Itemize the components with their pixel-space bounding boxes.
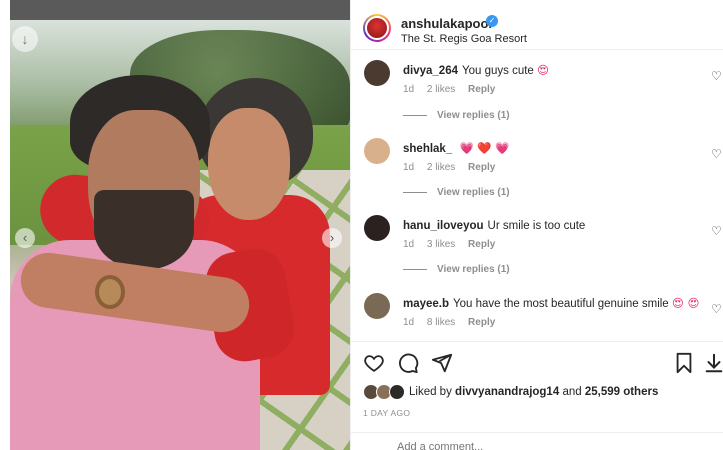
photo-watch — [95, 275, 125, 309]
comment-emoji: 😍 😍 — [671, 296, 700, 310]
comment-body: hanu_iloveyou Ur smile is too cute — [403, 218, 585, 232]
photo-man-beard — [94, 190, 194, 270]
heart-icon[interactable]: ♡ — [711, 148, 723, 160]
comment-age: 1d — [403, 84, 415, 95]
comment-age: 1d — [403, 162, 415, 173]
likes-summary: Liked by divvyanandrajog14 and 25,599 ot… — [409, 386, 658, 398]
post-location[interactable]: The St. Regis Goa Resort — [401, 33, 527, 45]
heart-icon[interactable]: ♡ — [711, 225, 723, 237]
add-comment-input[interactable] — [397, 441, 697, 450]
comment-avatar[interactable] — [364, 293, 390, 319]
likes-and: and — [562, 386, 582, 398]
comment-age: 1d — [403, 317, 415, 328]
comment-text: You have the most beautiful genuine smil… — [453, 298, 669, 310]
comment-username[interactable]: shehlak_ — [403, 143, 452, 155]
comment-username[interactable]: mayee.b — [403, 298, 449, 310]
comment-likes[interactable]: 2 likes — [427, 162, 455, 173]
reply-button[interactable]: Reply — [468, 84, 495, 95]
bookmark-icon[interactable] — [673, 352, 695, 374]
comment-likes[interactable]: 8 likes — [427, 317, 455, 328]
profile-avatar[interactable] — [363, 14, 391, 42]
comments-list[interactable]: divya_264 You guys cute 😍 1d 2 likes Repl… — [351, 50, 723, 340]
comment-age: 1d — [403, 239, 415, 250]
comment-emoji: 😍 — [537, 63, 550, 77]
comment-text: Ur smile is too cute — [487, 220, 586, 232]
likes-others-link[interactable]: 25,599 others — [585, 386, 659, 398]
post-timestamp[interactable]: 1 DAY AGO — [363, 408, 410, 418]
post-username[interactable]: anshulakapoor — [401, 16, 493, 31]
post-panel: anshulakapoor ✓ The St. Regis Goa Resort… — [350, 0, 723, 450]
chevron-right-icon[interactable]: › — [322, 228, 342, 248]
heart-icon[interactable]: ♡ — [711, 303, 723, 315]
comment-username[interactable]: divya_264 — [403, 65, 458, 77]
comment-text: You guys cute — [462, 65, 534, 77]
comment-meta: 1d 8 likes Reply — [403, 317, 505, 328]
view-replies-button[interactable]: View replies (1) — [403, 187, 510, 198]
comment-likes[interactable]: 3 likes — [427, 239, 455, 250]
post-actions — [351, 341, 723, 381]
verified-icon: ✓ — [486, 15, 498, 27]
view-replies-button[interactable]: View replies (1) — [403, 110, 510, 121]
comment-meta: 1d 3 likes Reply — [403, 239, 505, 250]
comment-avatar[interactable] — [364, 60, 390, 86]
share-icon[interactable] — [431, 352, 453, 374]
reply-button[interactable]: Reply — [468, 317, 495, 328]
comment-body: mayee.b You have the most beautiful genui… — [403, 296, 700, 310]
scroll-down-icon[interactable]: ↓ — [12, 26, 38, 52]
post-photo[interactable] — [10, 20, 350, 450]
left-gap — [0, 0, 10, 450]
comment-username[interactable]: hanu_iloveyou — [403, 220, 484, 232]
comment-avatar[interactable] — [364, 215, 390, 241]
comment-avatar[interactable] — [364, 138, 390, 164]
view-replies-button[interactable]: View replies (1) — [403, 264, 510, 275]
likes-row: Liked by divvyanandrajog14 and 25,599 ot… — [363, 383, 723, 403]
add-comment-bar — [351, 432, 723, 450]
heart-icon[interactable] — [363, 352, 385, 374]
likes-prefix: Liked by — [409, 386, 452, 398]
chevron-left-icon[interactable]: ‹ — [15, 228, 35, 248]
heart-icon[interactable]: ♡ — [711, 70, 723, 82]
comment-meta: 1d 2 likes Reply — [403, 162, 505, 173]
photo-woman-face — [208, 108, 290, 220]
likes-user-link[interactable]: divvyanandrajog14 — [455, 386, 559, 398]
comment-emoji: 💗 ❤️ 💗 — [459, 141, 510, 155]
reply-button[interactable]: Reply — [468, 162, 495, 173]
post-header: anshulakapoor ✓ The St. Regis Goa Resort — [351, 0, 723, 50]
reply-button[interactable]: Reply — [468, 239, 495, 250]
comment-body: shehlak_ 💗 ❤️ 💗 — [403, 141, 510, 155]
comment-meta: 1d 2 likes Reply — [403, 84, 505, 95]
download-icon[interactable] — [703, 352, 723, 374]
comment-likes[interactable]: 2 likes — [427, 84, 455, 95]
comment-body: divya_264 You guys cute 😍 — [403, 63, 549, 77]
liker-avatar[interactable] — [389, 384, 405, 400]
comment-icon[interactable] — [397, 352, 419, 374]
